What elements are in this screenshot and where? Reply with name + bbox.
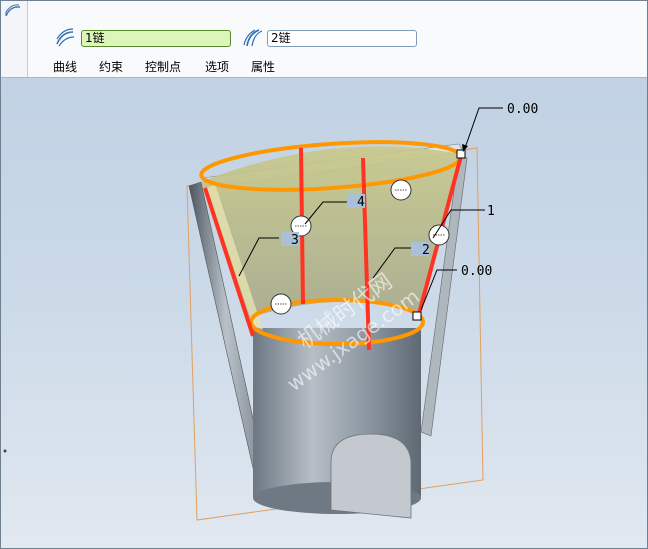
constraint-handle-icon[interactable] — [270, 293, 292, 315]
tab-properties[interactable]: 属性 — [251, 58, 275, 75]
tab-control-points[interactable]: 控制点 — [145, 58, 181, 75]
surface-boundary-icon[interactable] — [55, 28, 75, 48]
dimension-value-right[interactable]: 0.00 — [461, 264, 492, 279]
cylinder-notch — [330, 433, 412, 519]
boundary-blend-dashboard: 1链 2链 曲线 约束 控制点 选项 属性 — [1, 1, 647, 78]
feature-type-icon — [5, 4, 21, 17]
dashboard-left-strip — [1, 1, 28, 77]
curve-label-4: 4 — [357, 195, 365, 210]
curve-label-2: 2 — [422, 243, 430, 258]
model-view: 0.00 0.00 1 2 3 4 机械时代网 www.jxage.com — [3, 102, 538, 521]
dimension-leader-top — [464, 107, 503, 149]
app-window: 1链 2链 曲线 约束 控制点 选项 属性 0.00 0.00 1 2 3 4 … — [0, 0, 648, 549]
constraint-handle-icon[interactable] — [390, 179, 412, 201]
tab-constraints[interactable]: 约束 — [99, 58, 123, 75]
grip-point-bottom[interactable] — [412, 311, 422, 321]
dimension-value-top[interactable]: 0.00 — [507, 102, 538, 117]
surface-boundary-icon[interactable] — [243, 28, 263, 48]
curve-label-1: 1 — [487, 204, 495, 219]
first-direction-collector[interactable]: 1链 — [81, 30, 231, 47]
second-direction-collector[interactable]: 2链 — [267, 30, 417, 47]
tab-options[interactable]: 选项 — [205, 58, 229, 75]
grip-point-top[interactable] — [456, 149, 466, 159]
curve-label-3: 3 — [291, 233, 299, 248]
tab-curves[interactable]: 曲线 — [53, 58, 77, 75]
graphics-window[interactable]: 0.00 0.00 1 2 3 4 机械时代网 www.jxage.com — [1, 78, 647, 548]
viewport-edge-marker — [3, 449, 7, 453]
